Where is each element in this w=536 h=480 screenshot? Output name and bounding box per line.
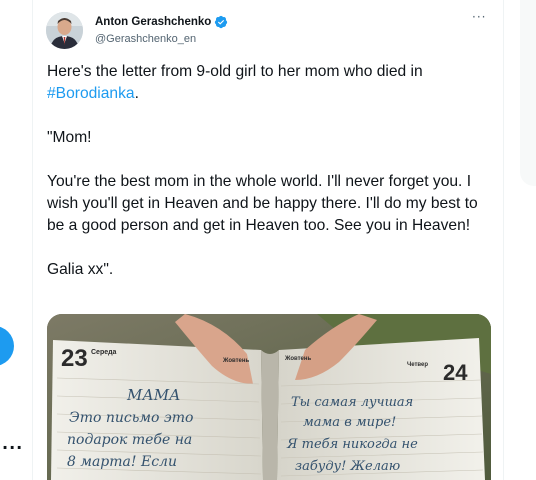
tweet-body: You're the best mom in the whole world. … — [47, 173, 478, 234]
left-page-number: 23 — [61, 345, 88, 372]
left-rail: ··· — [0, 0, 30, 480]
letter-right-line: мама в мире! — [303, 415, 396, 430]
tweet-intro-suffix: . — [134, 85, 139, 102]
letter-right-line: Ты самая лучшая — [291, 395, 413, 410]
right-page-day: Четвер — [407, 362, 428, 368]
tweet: Anton Gerashchenko @Gerashchenko_en ··· … — [33, 0, 503, 480]
hashtag-link[interactable]: #Borodianka — [47, 85, 135, 102]
tweet-more-button[interactable]: ··· — [472, 10, 486, 24]
more-menu-button[interactable]: ··· — [2, 440, 23, 456]
letter-left-line: МАМА — [126, 386, 180, 404]
tweet-author: Anton Gerashchenko @Gerashchenko_en — [95, 14, 228, 45]
right-page-header: Жовтень — [284, 356, 312, 362]
letter-right-line: забуду! Желаю — [295, 459, 400, 474]
avatar[interactable] — [46, 12, 83, 49]
tweet-intro-text: Here's the letter from 9-old girl to her… — [47, 63, 423, 80]
letter-left-line: подарок тебе на — [67, 432, 192, 448]
compose-tweet-button[interactable] — [0, 326, 14, 366]
letter-left-line: Это письмо это — [69, 410, 193, 426]
letter-left-line: 8 марта! Если — [67, 454, 177, 470]
tweet-photo[interactable]: 23 Середа 24 Четвер Жовтень Жовтень МАМА… — [47, 314, 491, 480]
sidebar-card — [520, 0, 536, 186]
verified-badge-icon — [214, 15, 228, 29]
tweet-intro: Here's the letter from 9-old girl to her… — [47, 61, 497, 105]
tweet-signoff: Galia xx". — [47, 261, 114, 278]
left-page-header: Жовтень — [222, 358, 250, 364]
tweet-text: Here's the letter from 9-old girl to her… — [47, 61, 497, 281]
left-page-day: Середа — [91, 349, 117, 356]
tweet-greeting: "Mom! — [47, 129, 92, 146]
author-handle[interactable]: @Gerashchenko_en — [95, 33, 228, 45]
letter-right-line: Я тебя никогда не — [286, 437, 418, 452]
author-display-name[interactable]: Anton Gerashchenko — [95, 16, 211, 28]
